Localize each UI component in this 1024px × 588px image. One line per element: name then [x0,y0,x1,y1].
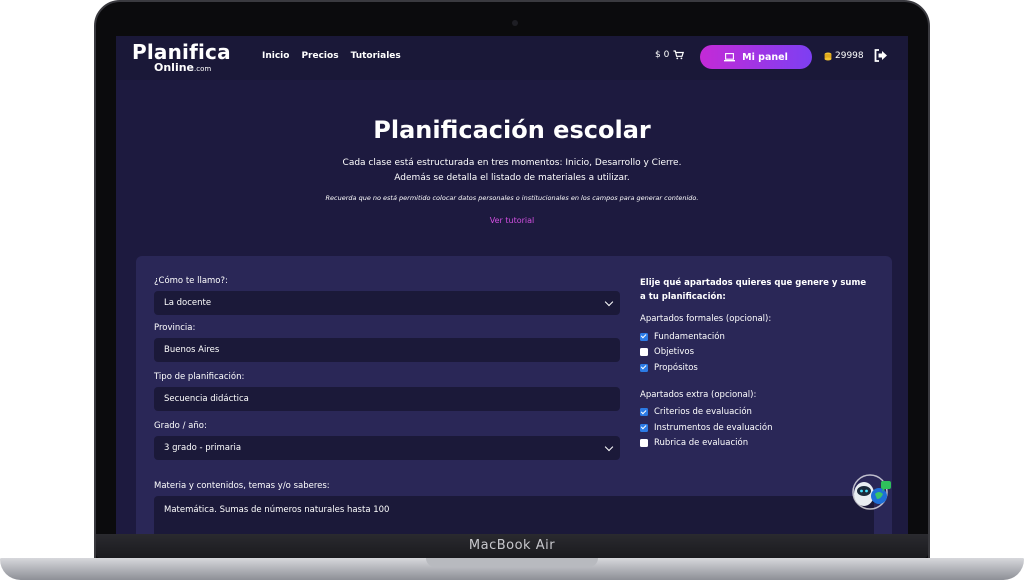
chatbot-icon[interactable] [850,472,892,512]
laptop-icon [724,52,736,61]
screen: Planifica Online.com Inicio Precios Tuto… [116,36,908,534]
checkbox-box[interactable] [640,348,648,357]
laptop-lid: Planifica Online.com Inicio Precios Tuto… [94,0,930,560]
cart-icon [673,50,685,60]
checkbox-box[interactable] [640,439,648,448]
checkbox-label: Fundamentación [654,331,725,342]
nav-link-tutoriales[interactable]: Tutoriales [351,51,401,61]
logo[interactable]: Planifica Online.com [132,42,231,75]
tutorial-link[interactable]: Ver tutorial [116,216,908,225]
mi-panel-button[interactable]: Mi panel [700,45,812,69]
checkbox-label: Propósitos [654,362,698,373]
extra-sections-label: Apartados extra (opcional): [640,389,757,400]
privacy-note: Recuerda que no está permitido colocar d… [325,194,699,202]
checkbox-box[interactable] [640,363,648,372]
type-label: Tipo de planificación: [154,372,245,382]
logout-button[interactable] [874,49,888,67]
checkbox-label: Instrumentos de evaluación [654,422,773,433]
checkbox-label: Objetivos [654,347,695,358]
grade-select-value: 3 grado - primaria [164,443,242,453]
subject-label: Materia y contenidos, temas y/o saberes: [154,481,330,491]
checkbox-fundamentacion[interactable]: Fundamentación [640,329,880,345]
checkbox-rubrica[interactable]: Rubrica de evaluación [640,436,880,452]
logo-suffix: .com [194,65,212,73]
type-input[interactable]: Secuencia didáctica [154,387,620,411]
checkbox-box[interactable] [640,332,648,341]
checkbox-criterios[interactable]: Criterios de evaluación [640,405,880,421]
coins-icon [824,52,832,60]
logout-icon [874,49,887,62]
subject-textarea[interactable]: Matemática. Sumas de números naturales h… [154,496,874,534]
chevron-down-icon [604,442,614,452]
mi-panel-label: Mi panel [742,51,788,63]
name-select-value: La docente [164,298,212,308]
checkbox-instrumentos[interactable]: Instrumentos de evaluación [640,420,880,436]
type-input-value: Secuencia didáctica [164,394,249,404]
checkbox-box[interactable] [640,423,648,432]
name-label: ¿Cómo te llamo?: [154,276,228,286]
name-select[interactable]: La docente [154,291,620,315]
grade-select[interactable]: 3 grado - primaria [154,436,620,460]
cart-amount: $ 0 [655,50,670,60]
page-description: Cada clase está estructurada en tres mom… [116,156,908,186]
checkbox-propositos[interactable]: Propósitos [640,360,880,376]
formal-sections-label: Apartados formales (opcional): [640,314,772,324]
nav-link-inicio[interactable]: Inicio [262,51,289,61]
sections-title: Elije qué apartados quieres que genere y… [640,278,867,302]
nav-links: Inicio Precios Tutoriales [262,51,401,61]
page-title: Planificación escolar [373,116,651,144]
grade-label: Grado / año: [154,421,207,431]
credits-counter: 29998 [824,51,864,61]
checkbox-box[interactable] [640,408,648,417]
province-input-value: Buenos Aires [164,345,220,355]
laptop-base [0,558,1024,580]
province-label: Provincia: [154,323,196,333]
laptop-notch [426,558,598,567]
sections-panel: Elije qué apartados quieres que genere y… [640,276,880,451]
checkbox-label: Rubrica de evaluación [654,438,749,449]
checkbox-objetivos[interactable]: Objetivos [640,345,880,361]
province-input[interactable]: Buenos Aires [154,338,620,362]
chevron-down-icon [604,297,614,307]
cart-button[interactable]: $ 0 [655,50,685,60]
page-description-line-2: Además se detalla el listado de material… [394,173,630,183]
credits-value: 29998 [835,51,864,61]
navbar: Planifica Online.com Inicio Precios Tuto… [116,36,908,80]
logo-sub-text: Online [154,61,195,74]
camera-dot [512,20,518,26]
device-label: MacBook Air [468,538,556,553]
checkbox-label: Criterios de evaluación [654,407,752,418]
laptop-chin: MacBook Air [96,534,928,558]
page-description-line-1: Cada clase está estructurada en tres mom… [342,158,682,168]
nav-link-precios[interactable]: Precios [301,51,338,61]
planning-form: ¿Cómo te llamo?: La docente Provincia: B… [136,256,892,534]
logo-main: Planifica [132,40,231,64]
